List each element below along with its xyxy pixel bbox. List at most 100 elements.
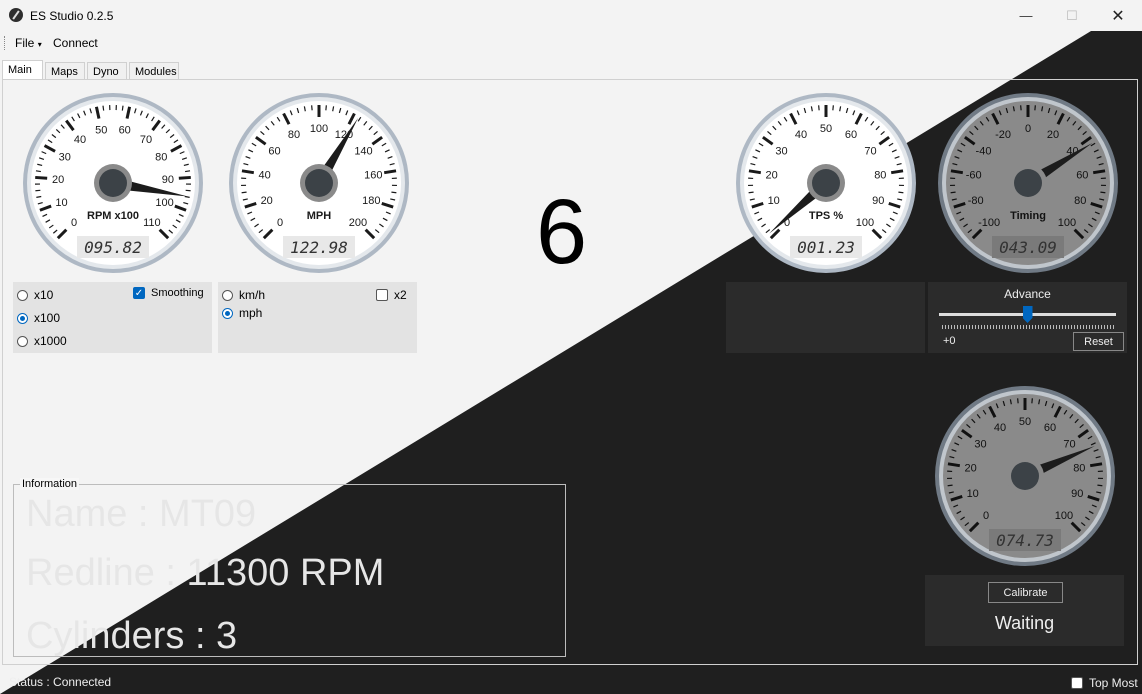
checkbox-icon (1071, 677, 1083, 689)
gauge-readout: 074.73 (996, 531, 1054, 550)
top-most-checkbox[interactable]: Top Most (1071, 676, 1138, 690)
gauge-tick-label: 40 (74, 134, 86, 146)
menu-file-label: File (15, 36, 35, 50)
gauge-tick-label: 100 (1058, 217, 1076, 229)
advance-panel: Advance +0 Reset (928, 282, 1127, 353)
advance-value: +0 (943, 335, 956, 347)
gauge-tick-label: 10 (55, 197, 67, 209)
menu-file[interactable]: File ▾ (15, 36, 42, 50)
gauge-major-tick (241, 169, 255, 175)
gauge-tick-label: 0 (983, 510, 989, 522)
radio-label: mph (239, 306, 263, 320)
info-redline: Redline : 11300 RPM (26, 553, 384, 593)
radio-label: x10 (34, 288, 54, 302)
gauge-readout: 043.09 (999, 238, 1057, 257)
gauge-minor-tick (35, 170, 41, 173)
checkbox-label: Top Most (1089, 676, 1138, 690)
tab-modules[interactable]: Modules (129, 62, 179, 79)
gauge-tick-label: 100 (310, 123, 328, 135)
gauge-tick-label: 30 (775, 146, 787, 158)
gauge-minor-tick (241, 191, 247, 194)
gauge-tick-label: 110 (143, 217, 161, 229)
smoothing-checkbox[interactable]: ✓ Smoothing (133, 287, 204, 299)
gauge-hub (812, 169, 840, 197)
gauge-tick-label: 10 (967, 488, 979, 500)
gauge-tick-label: 30 (59, 152, 71, 164)
gauge-tick-label: 20 (766, 169, 778, 181)
information-legend: Information (20, 478, 80, 490)
gauge-hub (99, 169, 127, 197)
checkbox-label: x2 (394, 288, 407, 302)
gauge-tick-label: 80 (1074, 195, 1086, 207)
rpm-scale-x100[interactable]: x100 (17, 311, 60, 325)
x2-checkbox[interactable]: x2 (376, 288, 407, 302)
gauge-tick-label: 60 (1076, 169, 1088, 181)
speed-unit-kmh[interactable]: km/h (222, 288, 265, 302)
gauge-tick-label: 80 (288, 129, 300, 141)
tps-options-panel (726, 282, 925, 353)
gauge-tick-label: -80 (968, 195, 984, 207)
gauge-minor-tick (102, 105, 105, 111)
gauge-minor-tick (947, 484, 953, 487)
calibrate-button[interactable]: Calibrate (988, 582, 1063, 603)
gauge-tick-label: 60 (845, 129, 857, 141)
rpm-scale-x10[interactable]: x10 (17, 288, 53, 302)
menu-connect[interactable]: Connect (53, 36, 98, 50)
gauge-label: TPS % (809, 210, 843, 222)
gauge-major-tick (950, 169, 964, 175)
gauge-label: RPM x100 (87, 210, 139, 222)
radio-selected-icon (17, 312, 28, 324)
advance-title: Advance (1004, 287, 1051, 301)
gauge-tick-label: 0 (1025, 123, 1031, 135)
gauge-minor-tick (1100, 191, 1106, 194)
gauge-tick-label: 70 (864, 146, 876, 158)
checkmark-icon: ✓ (133, 287, 145, 299)
speed-unit-mph[interactable]: mph (222, 306, 262, 320)
gauge-tick-label: 90 (872, 195, 884, 207)
reset-button[interactable]: Reset (1073, 332, 1124, 351)
gear-indicator: 6 (536, 181, 588, 283)
timing-gauge: -100 -80 -60 -40 -20 0 20 40 60 80 100 Timing 043.09 (935, 90, 1121, 276)
gauge-tick-label: 160 (364, 169, 382, 181)
gauge-label: Timing (1010, 210, 1046, 222)
advance-slider-thumb[interactable] (1022, 306, 1033, 323)
gauge-major-tick (1092, 169, 1106, 175)
checkbox-icon (376, 289, 388, 301)
gauge-readout: 095.82 (84, 238, 142, 257)
close-button[interactable]: ✕ (1095, 0, 1141, 31)
gauge-minor-tick (185, 170, 191, 173)
gauge-tick-label: 0 (71, 217, 77, 229)
info-cylinders-text: Cylinders : 3 (26, 615, 238, 657)
gauge-tick-label: -100 (978, 217, 1000, 229)
gauge-tick-label: 50 (95, 124, 107, 136)
maximize-button[interactable]: ☐ (1049, 0, 1095, 31)
gauge-tick-label: 50 (820, 123, 832, 135)
gauge-minor-tick (950, 191, 956, 194)
chevron-down-icon: ▾ (37, 40, 42, 49)
gauge-major-tick (890, 169, 904, 175)
gauge-tick-label: -20 (995, 129, 1011, 141)
gauge-tick-label: 60 (268, 146, 280, 158)
tab-maps[interactable]: Maps (45, 62, 85, 79)
gauge-major-tick (1089, 462, 1103, 468)
gauge-tick-label: -40 (976, 146, 992, 158)
gauge-hub (1011, 462, 1039, 490)
gauge-tick-label: 0 (277, 217, 283, 229)
gauge-tick-label: 90 (162, 174, 174, 186)
tab-dyno[interactable]: Dyno (87, 62, 127, 79)
gauge-tick-label: 40 (795, 129, 807, 141)
gauge-tick-label: 80 (874, 169, 886, 181)
gauge-tick-label: 20 (965, 462, 977, 474)
gauge-tick-label: 140 (354, 146, 372, 158)
gauge-tick-label: 100 (856, 217, 874, 229)
tab-main[interactable]: Main (2, 60, 43, 80)
radio-selected-icon (222, 307, 233, 319)
gauge-tick-label: 50 (1019, 416, 1031, 428)
status-text: Status : Connected (9, 675, 112, 689)
gauge-tick-label: 90 (1071, 488, 1083, 500)
gauge-tick-label: 100 (1055, 510, 1073, 522)
info-redline-text: Redline : 11300 RPM (26, 552, 385, 594)
gauge-minor-tick (748, 191, 754, 194)
minimize-button[interactable]: — (1003, 0, 1049, 31)
rpm-scale-x1000[interactable]: x1000 (17, 334, 67, 348)
